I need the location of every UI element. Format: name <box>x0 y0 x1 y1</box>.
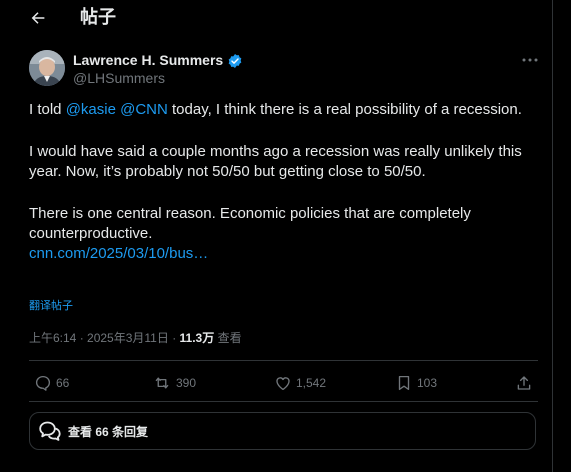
divider-top <box>29 360 538 361</box>
post-meta: 上午6:14 · 2025年3月11日 · 11.3万 查看 <box>29 330 242 346</box>
repost-count: 390 <box>176 376 197 390</box>
post-time[interactable]: 上午6:14 <box>29 331 76 345</box>
repost-icon <box>155 377 169 389</box>
reply-icon <box>35 375 51 391</box>
view-replies-label: 查看 66 条回复 <box>68 424 149 439</box>
tweet-text-segment: There is one central reason. Economic po… <box>29 205 471 242</box>
view-count: 11.3万 <box>179 331 215 345</box>
divider-bottom <box>29 401 538 402</box>
like-button[interactable]: 1,542 <box>274 373 326 393</box>
bookmark-icon <box>398 375 410 391</box>
meta-separator: · <box>76 331 88 345</box>
like-count: 1,542 <box>296 376 327 390</box>
avatar[interactable] <box>29 50 65 86</box>
tweet-paragraph-2: I would have said a couple months ago a … <box>29 143 522 180</box>
repost-button[interactable]: 390 <box>152 373 196 393</box>
translate-post-link[interactable]: 翻译帖子 <box>29 297 73 313</box>
verified-badge-icon <box>228 53 242 68</box>
author-name-text: Lawrence H. Summers <box>73 52 224 68</box>
reply-button[interactable]: 66 <box>34 373 69 393</box>
share-button[interactable] <box>515 373 533 393</box>
tweet-text-segment: I told <box>29 101 66 118</box>
post-date[interactable]: 2025年3月11日 <box>87 331 169 345</box>
back-button[interactable] <box>26 6 50 30</box>
more-options-button[interactable] <box>520 52 540 68</box>
view-replies-button[interactable]: 查看 66 条回复 <box>29 412 536 450</box>
page-title: 帖子 <box>80 7 116 27</box>
mention-link-kasie[interactable]: @kasie <box>66 101 116 118</box>
scrollbar[interactable] <box>553 0 571 472</box>
tweet-paragraph-1: I told @kasie @CNN today, I think there … <box>29 100 529 120</box>
meta-separator: · <box>168 331 180 345</box>
bookmark-button[interactable]: 103 <box>395 373 437 393</box>
heart-icon <box>276 377 290 391</box>
tweet-paragraph-3: There is one central reason. Economic po… <box>29 204 529 264</box>
reply-count: 66 <box>56 376 70 390</box>
article-link[interactable]: cnn.com/2025/03/10/bus… <box>29 245 208 262</box>
tweet-text: I told @kasie @CNN today, I think there … <box>29 100 529 264</box>
view-count-label: 查看 <box>214 331 242 345</box>
author-handle[interactable]: @LHSummers <box>73 70 165 87</box>
chat-bubbles-icon <box>38 419 62 443</box>
avatar-portrait-icon <box>29 50 65 86</box>
tweet-text-segment: today, I think there is a real possibili… <box>167 101 522 118</box>
post-column: 帖子 Lawrence H. Summers @LHSummers I told… <box>0 0 553 472</box>
share-icon <box>517 376 531 390</box>
more-dots-icon <box>522 58 538 62</box>
arrow-left-icon <box>31 12 45 24</box>
mention-link-cnn[interactable]: @CNN <box>120 101 168 118</box>
bookmark-count: 103 <box>417 376 438 390</box>
header: 帖子 <box>0 0 552 36</box>
author-name[interactable]: Lawrence H. Summers <box>73 52 243 69</box>
